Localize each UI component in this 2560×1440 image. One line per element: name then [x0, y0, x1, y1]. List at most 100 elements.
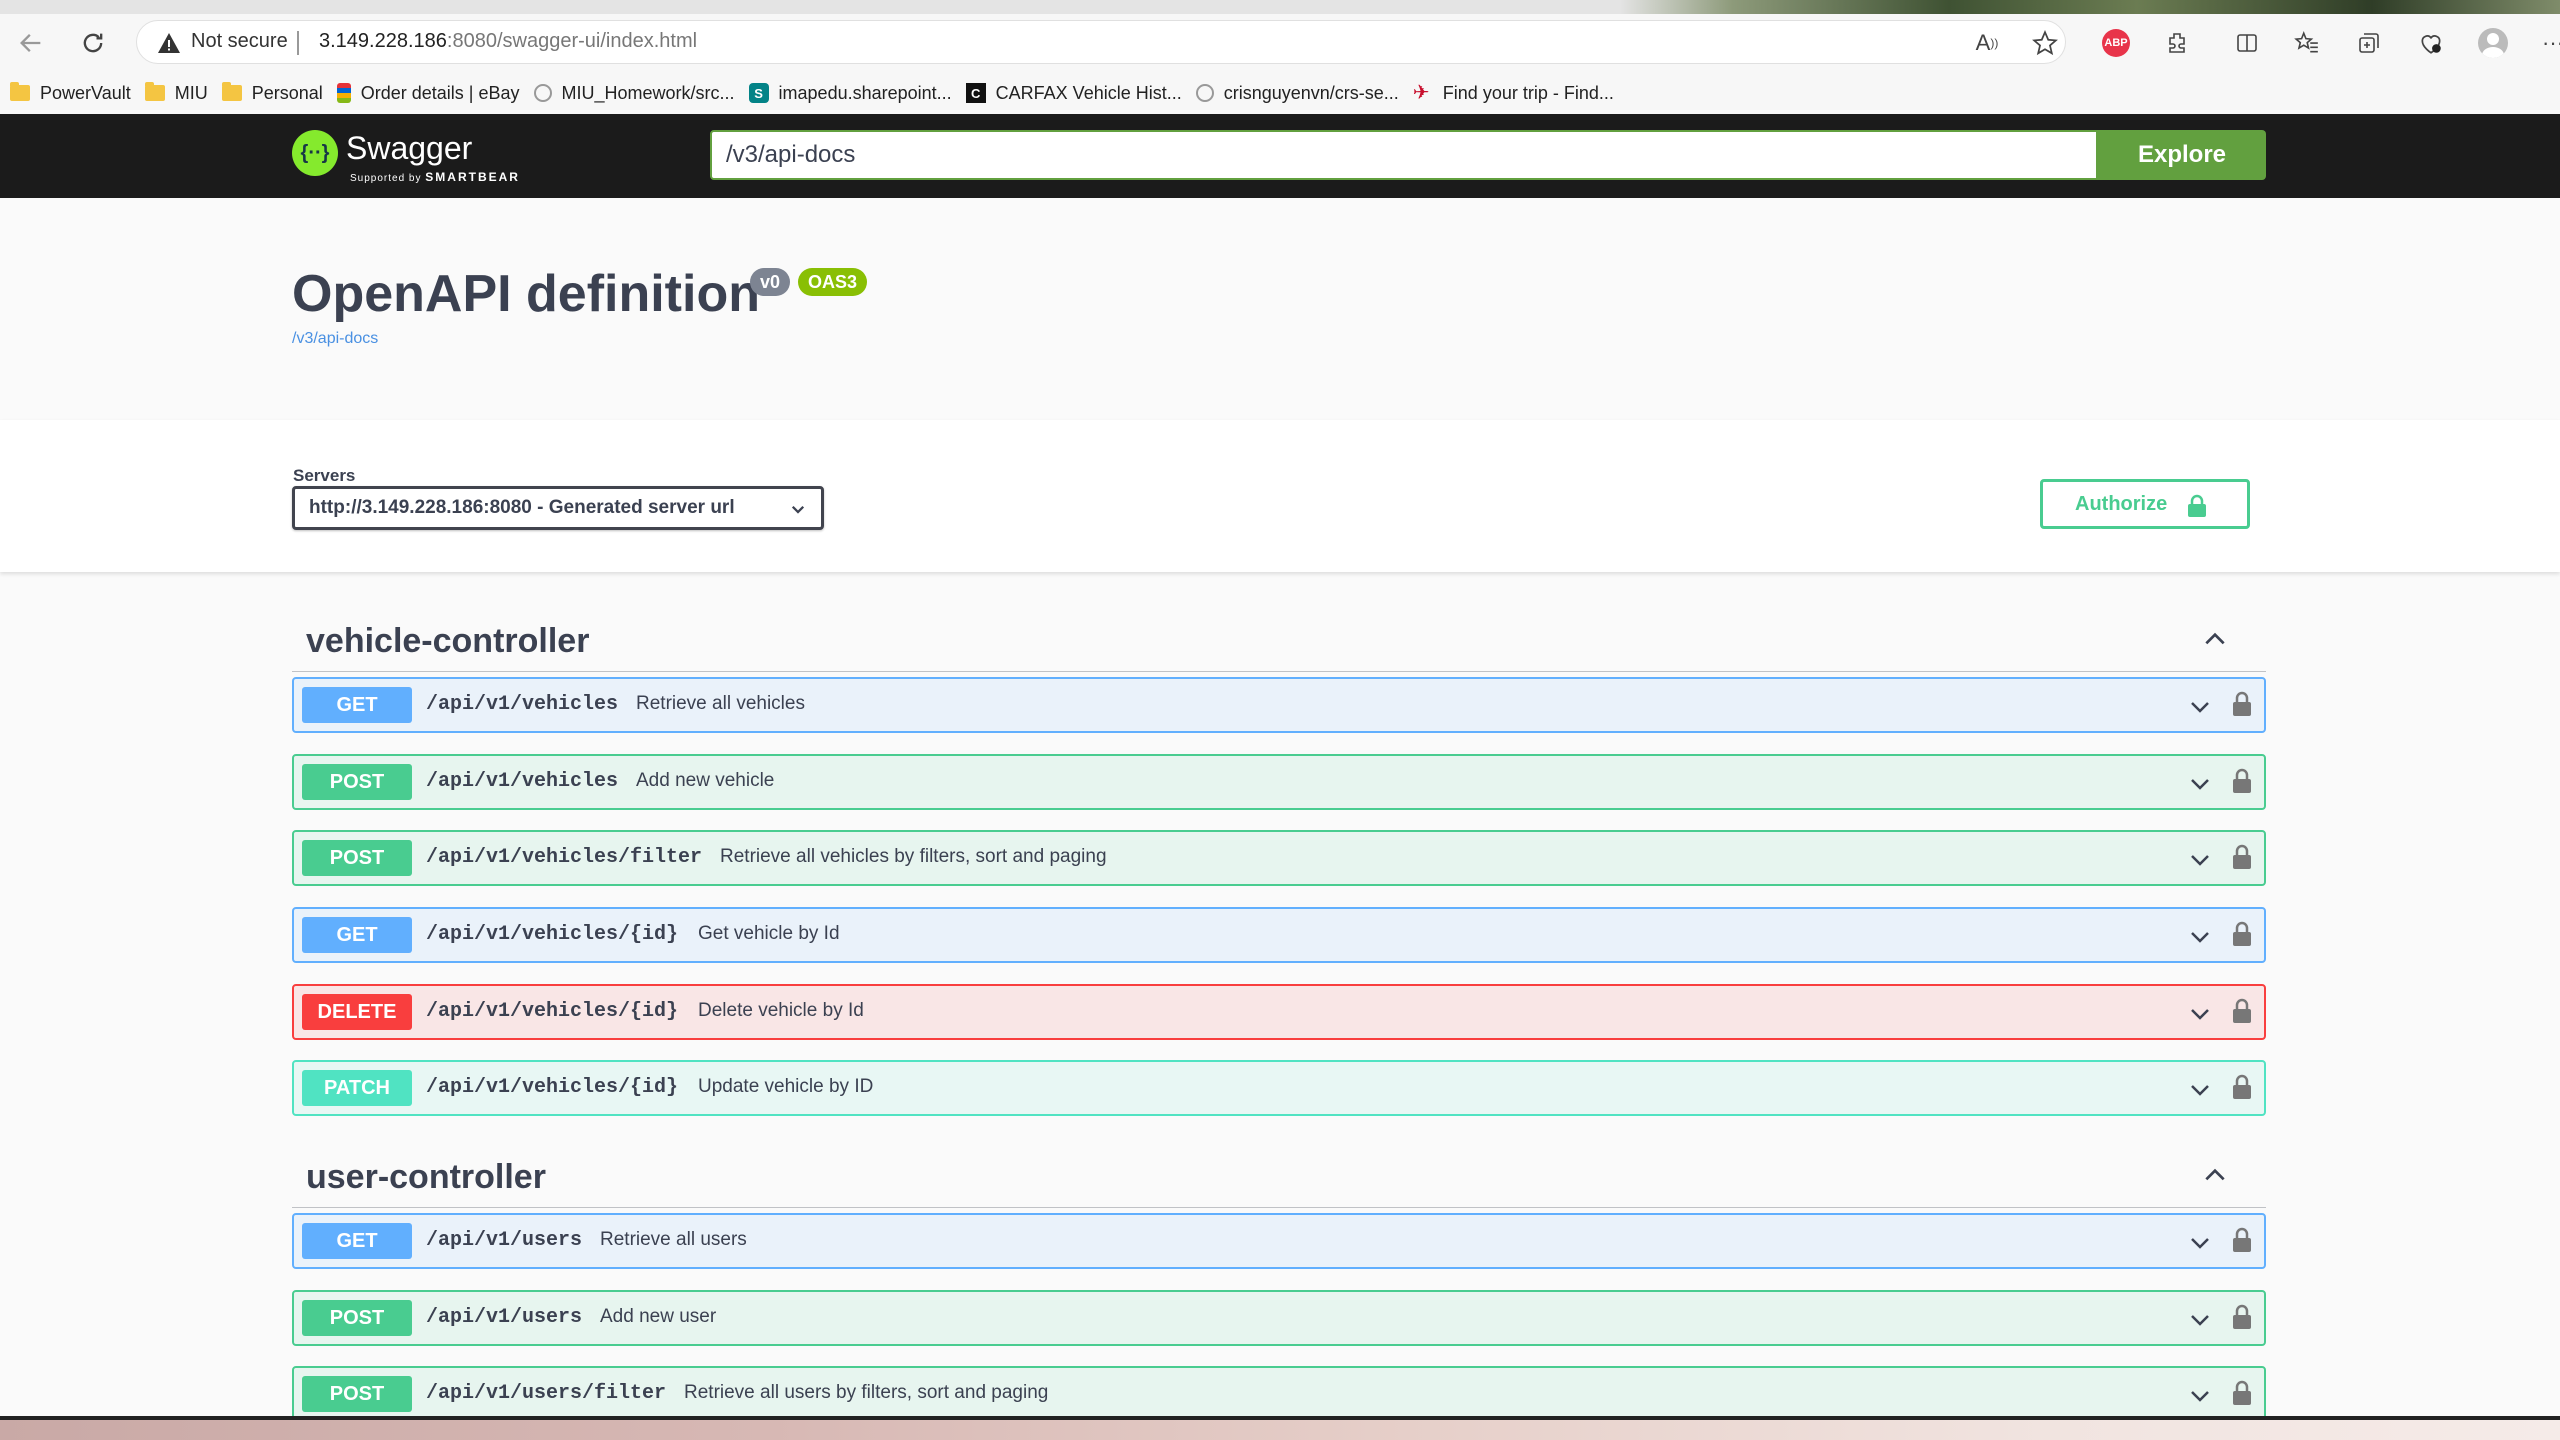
spec-url-input[interactable] [710, 130, 2098, 180]
chevron-down-icon [791, 505, 805, 514]
info-section: OpenAPI definition v0 OAS3 /v3/api-docs [0, 198, 2560, 420]
bookmark-label: Personal [251, 82, 323, 103]
operation-get-vehicles[interactable]: GET /api/v1/vehicles Retrieve all vehicl… [292, 677, 2266, 733]
tag-title: vehicle-controller [306, 622, 590, 660]
operation-path: /api/v1/vehicles/{id} [426, 1076, 679, 1099]
operation-summary: Add new user [600, 1306, 717, 1327]
operation-post-vehicles[interactable]: POST /api/v1/vehicles Add new vehicle [292, 754, 2266, 810]
bookmark-label: Find your trip - Find... [1442, 82, 1614, 103]
wallpaper-strip [1620, 0, 2560, 14]
method-badge: POST [302, 840, 412, 876]
bookmark-item[interactable]: MIU_Homework/src... [532, 76, 747, 110]
tag-title: user-controller [306, 1158, 546, 1196]
authorize-button[interactable]: Authorize [2040, 479, 2250, 529]
operation-get-users[interactable]: GET /api/v1/users Retrieve all users [292, 1213, 2266, 1269]
chevron-down-icon[interactable] [2188, 772, 2212, 796]
collections-icon[interactable] [2352, 26, 2386, 60]
tag-user-controller[interactable]: user-controller [292, 1124, 2266, 1208]
method-badge: GET [302, 917, 412, 953]
chevron-down-icon[interactable] [2188, 1078, 2212, 1102]
bookmark-item[interactable]: C CARFAX Vehicle Hist... [964, 76, 1194, 110]
address-separator [297, 31, 299, 55]
operation-patch-vehicle-by-id[interactable]: PATCH /api/v1/vehicles/{id} Update vehic… [292, 1060, 2266, 1116]
swagger-logo-icon[interactable]: {··} [292, 130, 338, 176]
bookmark-item[interactable]: Order details | eBay [335, 76, 532, 110]
operation-path: /api/v1/vehicles/{id} [426, 923, 679, 946]
bookmark-item[interactable]: MIU [143, 76, 220, 110]
chevron-down-icon[interactable] [2188, 1384, 2212, 1408]
bookmark-item[interactable]: Simapedu.sharepoint... [747, 76, 964, 110]
bookmark-item[interactable]: Personal [220, 76, 335, 110]
lock-icon[interactable] [2232, 998, 2252, 1024]
method-badge: GET [302, 687, 412, 723]
profile-avatar[interactable] [2478, 28, 2508, 58]
not-secure-label[interactable]: Not secure [191, 30, 288, 53]
tag-vehicle-controller[interactable]: vehicle-controller [292, 588, 2266, 672]
operation-post-vehicles-filter[interactable]: POST /api/v1/vehicles/filter Retrieve al… [292, 830, 2266, 886]
lock-icon[interactable] [2232, 1380, 2252, 1406]
browser-essentials-icon[interactable] [2414, 26, 2448, 60]
operation-path: /api/v1/vehicles/filter [426, 846, 703, 869]
operation-post-users[interactable]: POST /api/v1/users Add new user [292, 1290, 2266, 1346]
bookmark-item[interactable]: crisnguyenvn/crs-se... [1194, 76, 1411, 110]
chevron-down-icon[interactable] [2188, 695, 2212, 719]
bookmark-item[interactable]: PowerVault [8, 76, 143, 110]
favorites-icon[interactable] [2290, 26, 2324, 60]
chevron-down-icon[interactable] [2188, 1308, 2212, 1332]
globe-icon [533, 84, 552, 102]
desktop-taskbar-strip [0, 1416, 2560, 1440]
smartbear-tagline: Supported by SMARTBEAR [350, 170, 520, 184]
operation-path: /api/v1/users [426, 1306, 583, 1329]
servers-section: Servers http://3.149.228.186:8080 - Gene… [0, 420, 2560, 572]
lock-icon[interactable] [2232, 768, 2252, 794]
operation-summary: Retrieve all vehicles [636, 693, 805, 714]
spec-link[interactable]: /v3/api-docs [292, 330, 378, 348]
operation-delete-vehicle-by-id[interactable]: DELETE /api/v1/vehicles/{id} Delete vehi… [292, 984, 2266, 1040]
address-row: Not secure 3.149.228.186:8080/swagger-ui… [0, 14, 2560, 70]
method-badge: POST [302, 1376, 412, 1412]
tab-strip [0, 0, 2560, 14]
lock-icon[interactable] [2232, 1304, 2252, 1330]
swagger-topbar: {··} Swagger Supported by SMARTBEAR Expl… [0, 114, 2560, 198]
lock-icon [2188, 494, 2206, 517]
lock-icon[interactable] [2232, 1227, 2252, 1253]
lock-icon[interactable] [2232, 921, 2252, 947]
chevron-down-icon[interactable] [2188, 848, 2212, 872]
reload-icon[interactable] [76, 26, 110, 60]
explore-button[interactable]: Explore [2098, 130, 2266, 180]
swagger-logo-text[interactable]: Swagger [346, 130, 472, 167]
operation-post-users-filter[interactable]: POST /api/v1/users/filter Retrieve all u… [292, 1366, 2266, 1422]
lock-icon[interactable] [2232, 691, 2252, 717]
operation-path: /api/v1/users [426, 1229, 583, 1252]
chevron-up-icon[interactable] [2202, 626, 2228, 652]
lock-icon[interactable] [2232, 1074, 2252, 1100]
method-badge: POST [302, 764, 412, 800]
folder-icon [10, 82, 30, 101]
split-screen-icon[interactable] [2230, 26, 2264, 60]
more-menu-icon[interactable]: ··· [2536, 26, 2560, 60]
lock-icon[interactable] [2232, 844, 2252, 870]
bookmark-label: MIU [174, 82, 208, 103]
airline-icon: ✈ [1412, 82, 1430, 104]
operation-summary: Update vehicle by ID [698, 1076, 874, 1097]
chevron-down-icon[interactable] [2188, 1231, 2212, 1255]
back-icon[interactable] [14, 26, 48, 60]
authorize-label: Authorize [2075, 492, 2168, 515]
operation-path: /api/v1/users/filter [426, 1382, 667, 1405]
read-aloud-icon[interactable]: A)) [1970, 26, 2004, 60]
chevron-up-icon[interactable] [2202, 1162, 2228, 1188]
operation-get-vehicle-by-id[interactable]: GET /api/v1/vehicles/{id} Get vehicle by… [292, 907, 2266, 963]
chevron-down-icon[interactable] [2188, 1002, 2212, 1026]
chevron-down-icon[interactable] [2188, 925, 2212, 949]
server-select[interactable]: http://3.149.228.186:8080 - Generated se… [292, 486, 824, 530]
tagline-brand: SMARTBEAR [425, 170, 520, 184]
bookmark-item[interactable]: ✈ Find your trip - Find... [1411, 76, 1626, 110]
address-bar[interactable]: Not secure 3.149.228.186:8080/swagger-ui… [136, 20, 2066, 64]
adblock-icon[interactable]: ABP [2102, 29, 2130, 57]
ebay-icon [336, 83, 351, 103]
url-text[interactable]: 3.149.228.186:8080/swagger-ui/index.html [319, 30, 697, 53]
extensions-icon[interactable] [2160, 26, 2194, 60]
favorite-star-icon[interactable] [2028, 26, 2062, 60]
method-badge: PATCH [302, 1070, 412, 1106]
globe-icon [1195, 84, 1214, 102]
